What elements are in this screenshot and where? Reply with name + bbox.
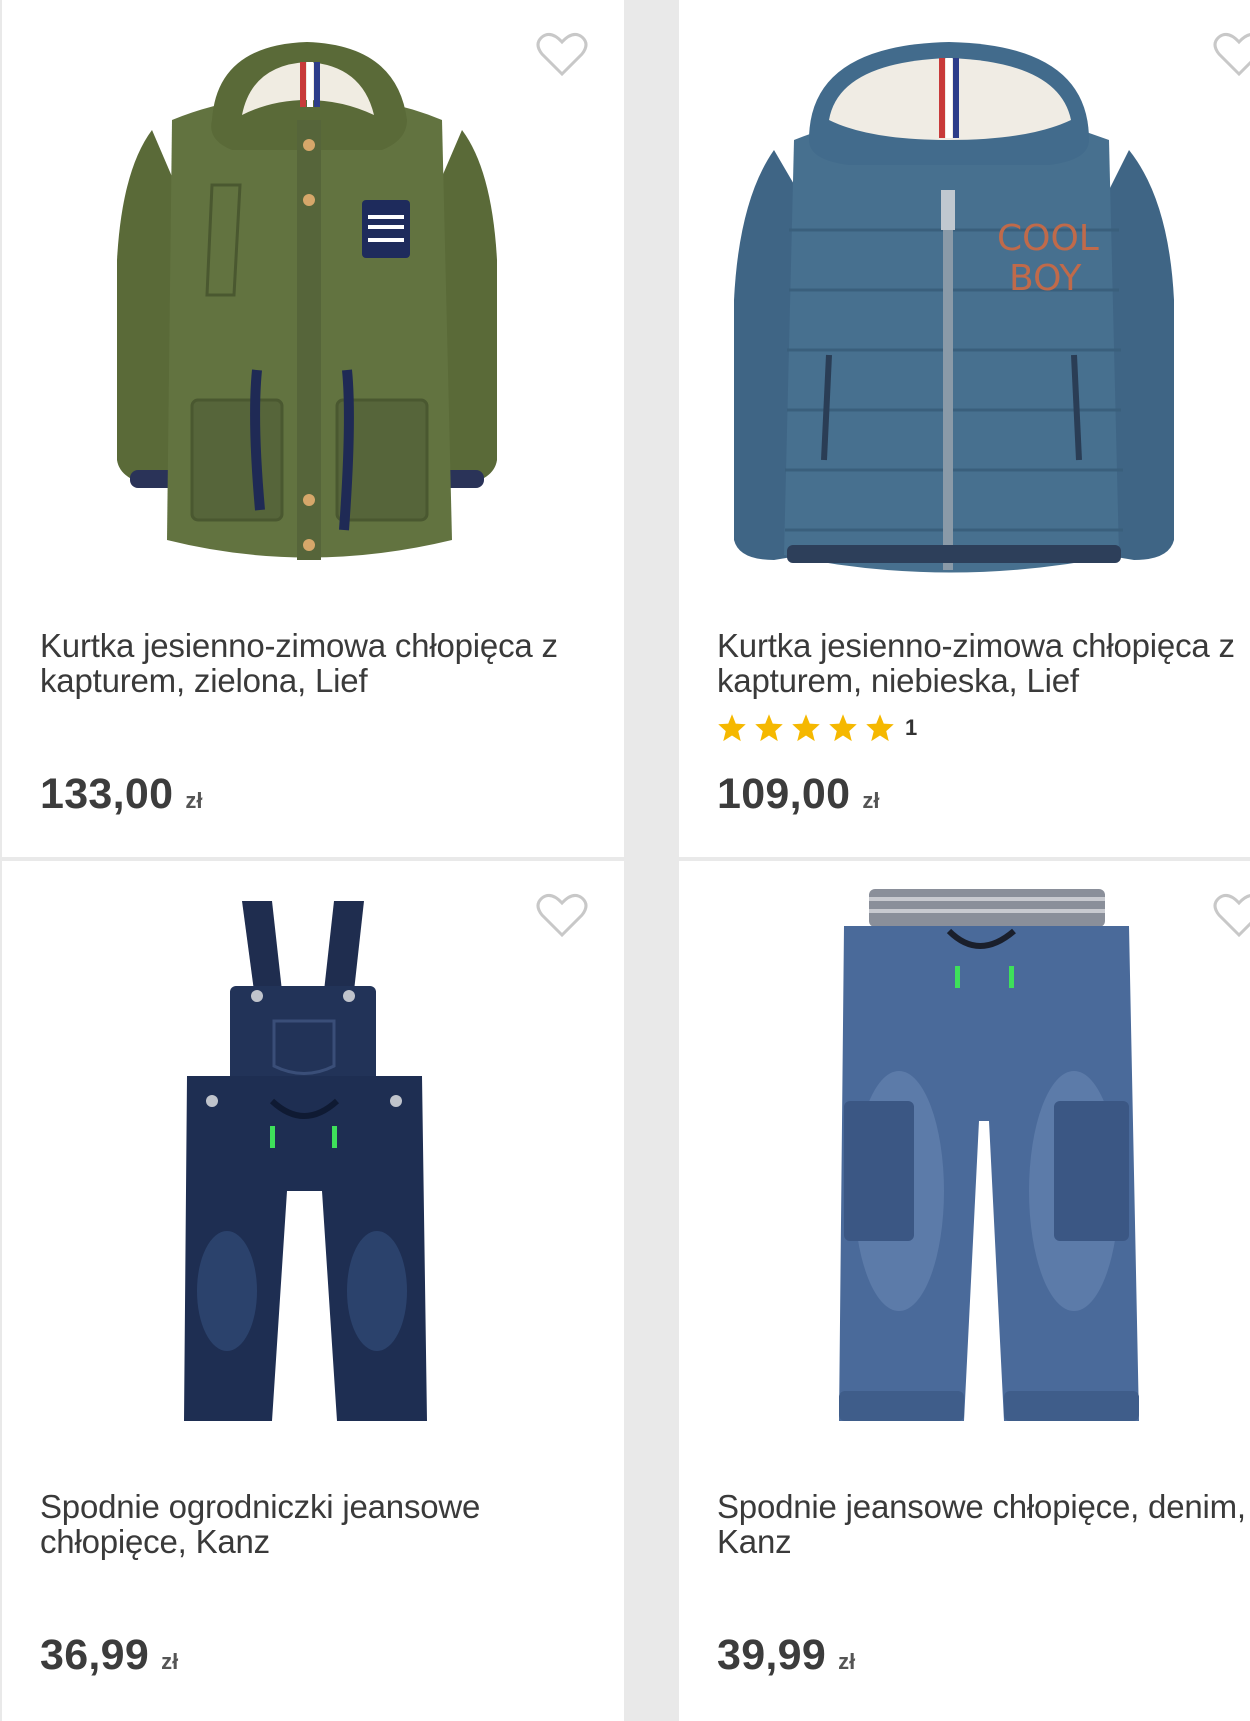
product-image-denim-dungarees[interactable] <box>2 861 624 1461</box>
star-icon <box>829 714 857 742</box>
price-value: 109,00 <box>717 770 851 818</box>
product-image-denim-cargo-jeans[interactable] <box>679 861 1250 1461</box>
product-image-green-parka[interactable] <box>2 0 624 600</box>
svg-text:BOY: BOY <box>1009 258 1082 299</box>
rating-count: 1 <box>905 715 918 740</box>
star-icon <box>718 714 746 742</box>
product-price: 133,00 zł <box>40 770 202 819</box>
heart-outline-icon[interactable] <box>536 30 588 78</box>
product-title[interactable]: Kurtka jesienno-zimowa chłopięca z kaptu… <box>717 628 1250 698</box>
product-card[interactable]: Spodnie ogrodniczki jeansowe chłopięce, … <box>2 861 624 1721</box>
product-card[interactable]: Kurtka jesienno-zimowa chłopięca z kaptu… <box>2 0 624 857</box>
star-icon <box>792 714 820 742</box>
star-icon <box>866 714 894 742</box>
price-value: 39,99 <box>717 1631 827 1679</box>
product-title[interactable]: Kurtka jesienno-zimowa chłopięca z kaptu… <box>40 628 580 698</box>
star-icon <box>755 714 783 742</box>
svg-text:COOL: COOL <box>997 218 1099 259</box>
price-currency: zł <box>838 1649 856 1674</box>
product-price: 109,00 zł <box>717 770 879 819</box>
price-currency: zł <box>185 788 203 813</box>
product-card[interactable]: Spodnie jeansowe chłopięce, denim, Kanz … <box>679 861 1250 1721</box>
product-image-blue-puffer[interactable]: COOL BOY <box>679 0 1250 600</box>
product-price: 36,99 zł <box>40 1631 178 1680</box>
product-rating[interactable]: 1 <box>717 710 917 746</box>
heart-outline-icon[interactable] <box>1213 30 1250 78</box>
heart-outline-icon[interactable] <box>536 891 588 939</box>
price-currency: zł <box>862 788 880 813</box>
price-currency: zł <box>161 1649 179 1674</box>
product-title[interactable]: Spodnie ogrodniczki jeansowe chłopięce, … <box>40 1489 580 1559</box>
product-card[interactable]: COOL BOY Kurtka jesienno-zimowa chłopięc… <box>679 0 1250 857</box>
product-price: 39,99 zł <box>717 1631 855 1680</box>
product-grid: Kurtka jesienno-zimowa chłopięca z kaptu… <box>0 0 1250 1721</box>
price-value: 36,99 <box>40 1631 150 1679</box>
product-title[interactable]: Spodnie jeansowe chłopięce, denim, Kanz <box>717 1489 1250 1559</box>
price-value: 133,00 <box>40 770 174 818</box>
heart-outline-icon[interactable] <box>1213 891 1250 939</box>
